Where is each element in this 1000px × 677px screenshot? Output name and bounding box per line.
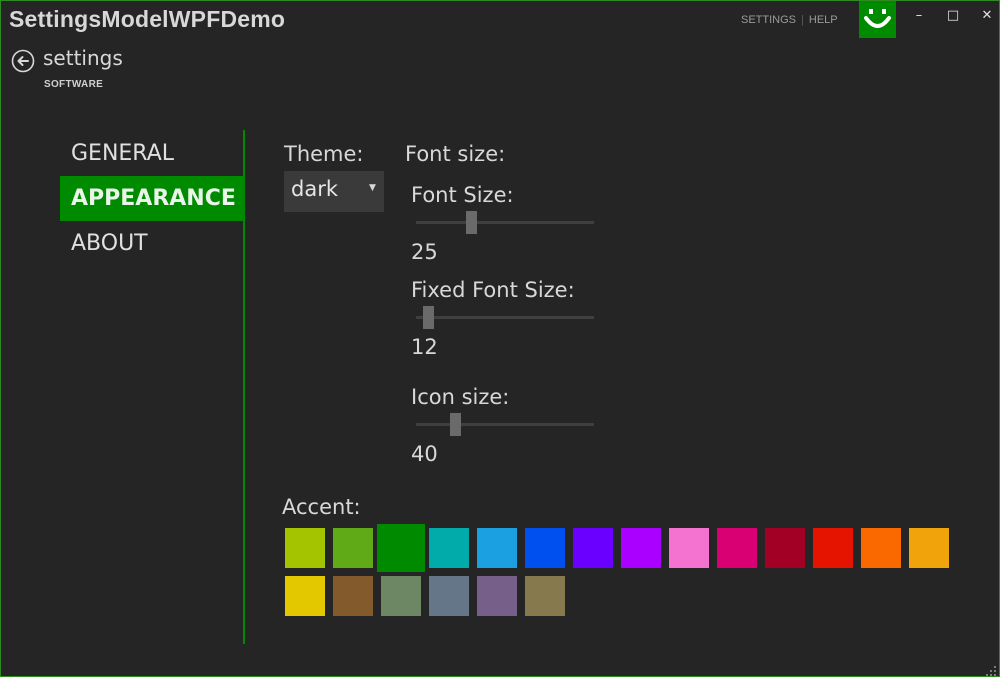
accent-swatch[interactable]: [333, 576, 373, 616]
app-window: SettingsModelWPFDemo SETTINGS | HELP – □ ✕…: [0, 0, 1000, 677]
smiley-icon: [859, 1, 896, 38]
accent-swatch[interactable]: [669, 528, 709, 568]
settings-link[interactable]: SETTINGS: [741, 14, 796, 26]
fixed-font-size-label: Fixed Font Size:: [411, 278, 575, 302]
dropdown-arrow-icon: ▼: [369, 183, 376, 193]
minimize-button[interactable]: –: [906, 5, 932, 27]
settings-nav: GENERAL APPEARANCE ABOUT: [60, 131, 244, 266]
resize-grip-icon[interactable]: [985, 662, 997, 676]
slider-track: [416, 316, 594, 319]
accent-swatch[interactable]: [429, 576, 469, 616]
accent-swatch[interactable]: [717, 528, 757, 568]
accent-swatch[interactable]: [765, 528, 805, 568]
slider-thumb[interactable]: [450, 413, 462, 436]
nav-divider: [243, 130, 245, 644]
accent-swatch[interactable]: [813, 528, 853, 568]
slider-track: [416, 423, 594, 426]
help-link[interactable]: HELP: [809, 14, 838, 26]
app-title: SettingsModelWPFDemo: [9, 6, 286, 32]
page-title: settings: [43, 46, 123, 70]
accent-label: Accent:: [282, 495, 361, 519]
fixed-font-size-value: 12: [411, 335, 438, 359]
slider-thumb[interactable]: [466, 211, 478, 234]
accent-swatch[interactable]: [861, 528, 901, 568]
font-size-label: Font Size:: [411, 183, 514, 207]
slider-thumb[interactable]: [423, 306, 435, 329]
maximize-button[interactable]: □: [940, 5, 966, 27]
theme-dropdown[interactable]: dark ▼: [284, 171, 384, 212]
theme-value: dark: [291, 177, 338, 201]
accent-swatch[interactable]: [377, 524, 425, 572]
link-separator: |: [801, 14, 804, 26]
nav-item-about[interactable]: ABOUT: [60, 221, 244, 266]
accent-swatch[interactable]: [285, 528, 325, 568]
back-arrow-icon[interactable]: [11, 49, 35, 73]
accent-swatch[interactable]: [333, 528, 373, 568]
accent-swatch[interactable]: [525, 528, 565, 568]
accent-swatch[interactable]: [573, 528, 613, 568]
close-button[interactable]: ✕: [974, 5, 999, 27]
accent-swatch[interactable]: [909, 528, 949, 568]
icon-size-slider[interactable]: [416, 413, 594, 437]
nav-item-appearance[interactable]: APPEARANCE: [60, 176, 244, 221]
font-size-group-label: Font size:: [405, 142, 506, 166]
accent-swatch[interactable]: [477, 528, 517, 568]
accent-swatch[interactable]: [381, 576, 421, 616]
font-size-slider[interactable]: [416, 211, 594, 235]
nav-item-general[interactable]: GENERAL: [60, 131, 244, 176]
accent-swatch[interactable]: [285, 576, 325, 616]
fixed-font-size-slider[interactable]: [416, 306, 594, 330]
font-size-value: 25: [411, 240, 438, 264]
page-subtitle: SOFTWARE: [44, 79, 104, 90]
accent-swatch[interactable]: [429, 528, 469, 568]
slider-track: [416, 221, 594, 224]
accent-swatch[interactable]: [525, 576, 565, 616]
theme-label: Theme:: [284, 142, 364, 166]
title-links: SETTINGS | HELP: [741, 14, 838, 26]
accent-swatch[interactable]: [621, 528, 661, 568]
icon-size-value: 40: [411, 442, 438, 466]
accent-swatch[interactable]: [477, 576, 517, 616]
icon-size-label: Icon size:: [411, 385, 510, 409]
